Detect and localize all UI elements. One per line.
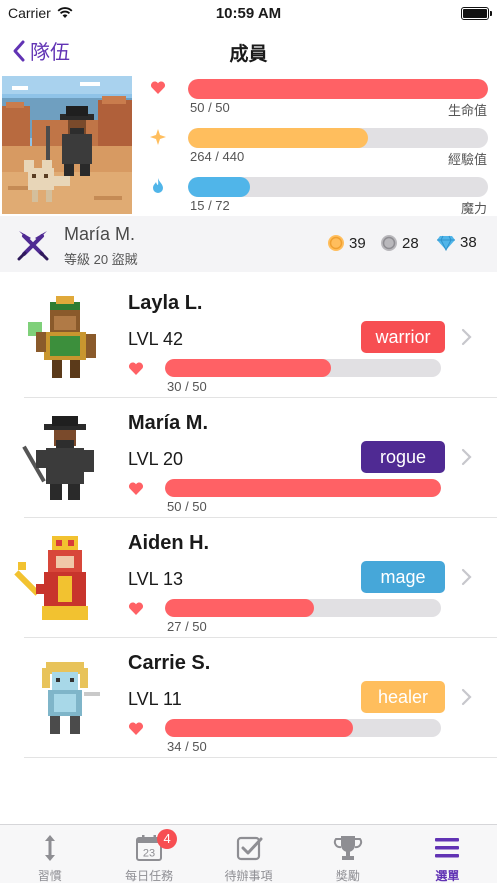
health-bar — [188, 79, 488, 99]
chevron-right-icon — [461, 568, 472, 586]
mana-value: 15 / 72 — [190, 198, 230, 213]
rogue-daggers-icon — [17, 231, 49, 261]
hourglass-counter: 28 — [380, 234, 419, 252]
menu-icon — [435, 838, 460, 858]
tab-label: 獎勵 — [335, 869, 360, 883]
member-health-bar — [165, 599, 441, 617]
member-health-value: 50 / 50 — [167, 499, 207, 514]
party-member-row[interactable]: Aiden H. LVL 13 mage 27 / 50 — [0, 518, 497, 638]
member-health-bar — [165, 719, 441, 737]
member-name: Carrie S. — [128, 652, 211, 674]
gold-counter: 39 — [327, 234, 366, 252]
member-health-value: 30 / 50 — [167, 379, 207, 394]
profile-header: 50 / 50 生命值 264 / 440 經驗值 15 / 72 魔力 — [0, 74, 497, 216]
member-health-bar — [165, 359, 441, 377]
avatar-desert-scene — [2, 76, 132, 214]
profile-name: María M. — [64, 224, 136, 244]
profile-summary: María M. 等級 20 盜賊 39 28 38 — [0, 216, 497, 272]
heart-icon — [150, 81, 166, 94]
tab-label: 每日任務 — [125, 869, 174, 883]
gem-counter: 38 — [436, 234, 477, 251]
member-name: Aiden H. — [128, 532, 210, 554]
health-label: 生命值 — [447, 103, 487, 118]
tab-bar: 習慣 23 4 每日任務 待辦事項 獎勵 選單 — [0, 824, 497, 883]
hourglass-value: 28 — [402, 234, 419, 252]
member-class-tag: healer — [361, 681, 445, 713]
chevron-right-icon — [461, 448, 472, 466]
tab-menu[interactable]: 選單 — [398, 825, 497, 883]
chevron-right-icon — [461, 688, 472, 706]
member-health-value: 34 / 50 — [167, 739, 207, 754]
experience-bar — [188, 128, 488, 148]
tab-label: 習慣 — [37, 869, 62, 883]
notification-badge: 4 — [157, 829, 178, 849]
rogue-avatar-sprite — [22, 416, 94, 500]
navigation-bar: 隊伍 成員 — [0, 28, 497, 74]
trophy-icon — [333, 836, 363, 860]
experience-value: 264 / 440 — [190, 149, 245, 164]
member-name: María M. — [128, 412, 209, 434]
flame-icon — [153, 178, 163, 193]
party-member-row[interactable]: María M. LVL 20 rogue 50 / 50 — [0, 398, 497, 518]
member-class-tag: warrior — [361, 321, 445, 353]
tab-rewards[interactable]: 獎勵 — [298, 825, 397, 883]
experience-label: 經驗值 — [447, 152, 487, 167]
tab-label: 選單 — [435, 869, 460, 883]
member-level: LVL 13 — [128, 569, 184, 589]
tab-label: 待辦事項 — [224, 869, 273, 883]
status-bar: Carrier 10:59 AM — [0, 0, 497, 28]
heart-icon — [128, 602, 144, 615]
calendar-day: 23 — [143, 848, 155, 860]
tab-todos[interactable]: 待辦事項 — [199, 825, 298, 883]
checkbox-icon — [236, 836, 263, 861]
heart-icon — [128, 482, 144, 495]
member-level: LVL 11 — [128, 689, 182, 709]
warrior-avatar-sprite — [28, 296, 96, 378]
page-title: 成員 — [229, 44, 268, 65]
clock: 10:59 AM — [215, 5, 282, 22]
hourglass-coin-icon — [381, 235, 397, 251]
gold-value: 39 — [349, 234, 366, 252]
tab-dailies[interactable]: 23 4 每日任務 — [99, 825, 198, 883]
mana-stat: 15 / 72 魔力 — [148, 174, 490, 216]
mana-label: 魔力 — [460, 201, 487, 216]
row-divider — [24, 757, 497, 758]
gold-coin-icon — [328, 235, 344, 251]
member-level: LVL 42 — [128, 329, 184, 349]
health-stat: 50 / 50 生命值 — [148, 76, 490, 118]
profile-level-class: 等級 20 盜賊 — [64, 252, 138, 267]
party-member-list: Layla L. LVL 42 warrior 30 / 50 María M.… — [0, 278, 497, 758]
party-member-row[interactable]: Carrie S. LVL 11 healer 34 / 50 — [0, 638, 497, 758]
member-name: Layla L. — [128, 292, 203, 314]
tab-habits[interactable]: 習慣 — [0, 825, 99, 883]
member-health-bar — [165, 479, 441, 497]
member-level: LVL 20 — [128, 449, 184, 469]
experience-stat: 264 / 440 經驗值 — [148, 125, 490, 167]
mage-avatar-sprite — [14, 536, 88, 620]
habits-arrow-icon — [44, 835, 55, 861]
member-class-tag: rogue — [361, 441, 445, 473]
health-value: 50 / 50 — [190, 100, 230, 115]
chevron-right-icon — [461, 328, 472, 346]
star-sparkle-icon — [150, 129, 166, 145]
party-member-row[interactable]: Layla L. LVL 42 warrior 30 / 50 — [0, 278, 497, 398]
member-class-tag: mage — [361, 561, 445, 593]
mana-bar — [188, 177, 488, 197]
heart-icon — [128, 722, 144, 735]
gem-value: 38 — [460, 234, 477, 251]
party-members-screen: Carrier 10:59 AM 隊伍 成員 50 / 50 生命值 264 /… — [0, 0, 497, 883]
gem-icon — [437, 235, 455, 251]
battery-icon — [461, 7, 492, 20]
member-health-value: 27 / 50 — [167, 619, 207, 634]
heart-icon — [128, 362, 144, 375]
healer-avatar-sprite — [42, 662, 100, 734]
